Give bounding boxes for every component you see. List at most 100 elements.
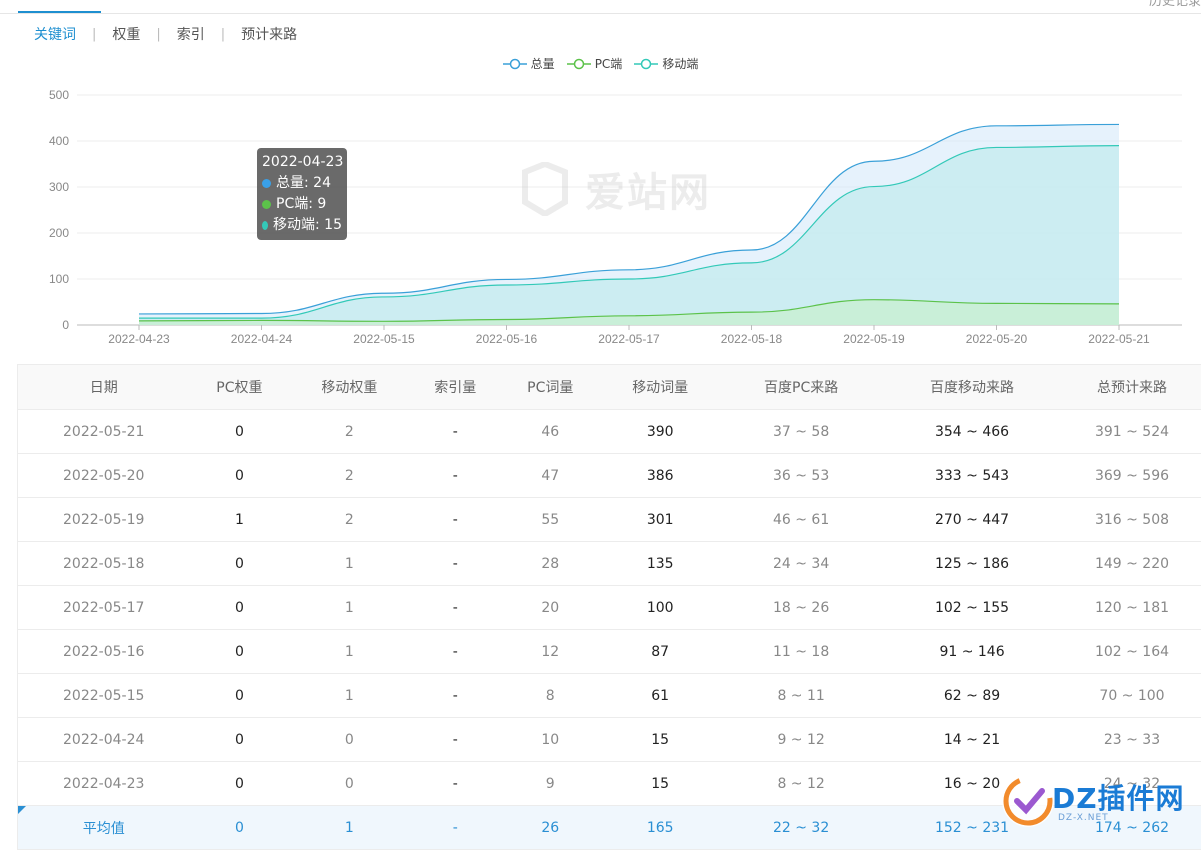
tooltip-label: 移动端: 15 [273, 215, 342, 236]
table-cell: 70 ~ 100 [1063, 674, 1201, 718]
table-cell: 1 [289, 674, 409, 718]
table-cell: 20 [501, 586, 599, 630]
tab-estimated-traffic[interactable]: 预计来路 [225, 24, 313, 44]
legend-item-total[interactable]: 总量 [503, 55, 555, 72]
table-cell: 2 [289, 454, 409, 498]
table-cell: 2 [289, 498, 409, 542]
table-cell: 10 [501, 718, 599, 762]
table-cell: - [409, 630, 501, 674]
table-cell: 8 [501, 674, 599, 718]
table-cell: 391 ~ 524 [1063, 410, 1201, 454]
table-cell: - [409, 718, 501, 762]
table-row: 2022-05-2102-4639037 ~ 58354 ~ 466391 ~ … [18, 410, 1201, 454]
average-cell: 平均值 [18, 806, 190, 850]
table-cell: 36 ~ 53 [721, 454, 881, 498]
table-row: 2022-05-1501-8618 ~ 1162 ~ 8970 ~ 100 [18, 674, 1201, 718]
table-cell: 2022-05-21 [18, 410, 190, 454]
table-cell: 1 [289, 586, 409, 630]
tab-weight[interactable]: 权重 [96, 24, 156, 44]
table-cell: 12 [501, 630, 599, 674]
column-header: 总预计来路 [1063, 365, 1201, 410]
tooltip-label: PC端: 9 [276, 194, 326, 215]
table-row: 2022-05-1601-128711 ~ 1891 ~ 146102 ~ 16… [18, 630, 1201, 674]
checkmark-logo-icon [1002, 775, 1054, 827]
table-cell: 23 ~ 33 [1063, 718, 1201, 762]
table-cell: 2022-05-19 [18, 498, 190, 542]
tab-index[interactable]: 索引 [161, 24, 221, 44]
x-tick-label: 2022-05-20 [966, 332, 1028, 346]
area-chart: 01002003004005002022-04-232022-04-242022… [0, 80, 1201, 360]
table-cell: - [409, 762, 501, 806]
x-tick-label: 2022-04-23 [108, 332, 170, 346]
average-cell: 165 [599, 806, 721, 850]
legend-marker-icon [567, 58, 591, 70]
table-cell: 333 ~ 543 [881, 454, 1063, 498]
chart-legend: 总量 PC端 移动端 [0, 55, 1201, 72]
table-cell: 11 ~ 18 [721, 630, 881, 674]
table-cell: 55 [501, 498, 599, 542]
table-cell: 270 ~ 447 [881, 498, 1063, 542]
table-cell: 0 [189, 410, 289, 454]
table-header-row: 日期 PC权重 移动权重 索引量 PC词量 移动词量 百度PC来路 百度移动来路… [18, 365, 1201, 410]
y-tick-label: 200 [49, 226, 69, 240]
table-cell: 0 [189, 586, 289, 630]
table-cell: 91 ~ 146 [881, 630, 1063, 674]
legend-label: PC端 [595, 55, 623, 72]
average-cell: 22 ~ 32 [721, 806, 881, 850]
table-cell: 87 [599, 630, 721, 674]
x-tick-label: 2022-05-16 [476, 332, 538, 346]
table-cell: 8 ~ 12 [721, 762, 881, 806]
table-cell: 28 [501, 542, 599, 586]
table-cell: 9 [501, 762, 599, 806]
corner-link[interactable]: 历史记录 [1149, 0, 1201, 9]
column-header: 移动词量 [599, 365, 721, 410]
tab-keywords[interactable]: 关键词 [18, 24, 92, 44]
table-cell: 47 [501, 454, 599, 498]
table-cell: - [409, 498, 501, 542]
chart-tooltip: 2022-04-23 总量: 24 PC端: 9 移动端: 15 [257, 148, 347, 240]
table-row: 2022-05-1801-2813524 ~ 34125 ~ 186149 ~ … [18, 542, 1201, 586]
tab-bar: 关键词 | 权重 | 索引 | 预计来路 [18, 14, 313, 54]
table-cell: - [409, 454, 501, 498]
tooltip-row-total: 总量: 24 [262, 173, 342, 194]
table-cell: 18 ~ 26 [721, 586, 881, 630]
table-row: 2022-05-2002-4738636 ~ 53333 ~ 543369 ~ … [18, 454, 1201, 498]
table-cell: 2022-04-24 [18, 718, 190, 762]
legend-item-pc[interactable]: PC端 [567, 55, 623, 72]
column-header: 百度PC来路 [721, 365, 881, 410]
tooltip-label: 总量: 24 [276, 173, 331, 194]
table-cell: 1 [189, 498, 289, 542]
table-cell: 1 [289, 542, 409, 586]
legend-label: 总量 [531, 55, 555, 72]
y-tick-label: 500 [49, 88, 69, 102]
y-tick-label: 300 [49, 180, 69, 194]
table-cell: 100 [599, 586, 721, 630]
legend-item-mobile[interactable]: 移动端 [634, 55, 698, 72]
table-cell: 386 [599, 454, 721, 498]
table-cell: 62 ~ 89 [881, 674, 1063, 718]
table-cell: 125 ~ 186 [881, 542, 1063, 586]
table-cell: 0 [189, 630, 289, 674]
x-tick-label: 2022-05-21 [1088, 332, 1150, 346]
table-cell: 15 [599, 718, 721, 762]
table-cell: 0 [189, 718, 289, 762]
average-cell: 1 [289, 806, 409, 850]
series-dot-icon [262, 200, 271, 209]
table-cell: 369 ~ 596 [1063, 454, 1201, 498]
x-tick-label: 2022-05-18 [721, 332, 783, 346]
tooltip-row-mobile: 移动端: 15 [262, 215, 342, 236]
table-cell: 46 ~ 61 [721, 498, 881, 542]
column-header: 索引量 [409, 365, 501, 410]
column-header: 日期 [18, 365, 190, 410]
series-dot-icon [262, 179, 271, 188]
table-cell: 37 ~ 58 [721, 410, 881, 454]
table-cell: 0 [189, 454, 289, 498]
table-cell: 0 [189, 542, 289, 586]
y-tick-label: 0 [62, 318, 69, 332]
legend-marker-icon [634, 58, 658, 70]
column-header: PC权重 [189, 365, 289, 410]
table-cell: 2022-04-23 [18, 762, 190, 806]
column-header: 移动权重 [289, 365, 409, 410]
x-tick-label: 2022-05-17 [598, 332, 660, 346]
watermark: 爱站网 [585, 160, 711, 218]
